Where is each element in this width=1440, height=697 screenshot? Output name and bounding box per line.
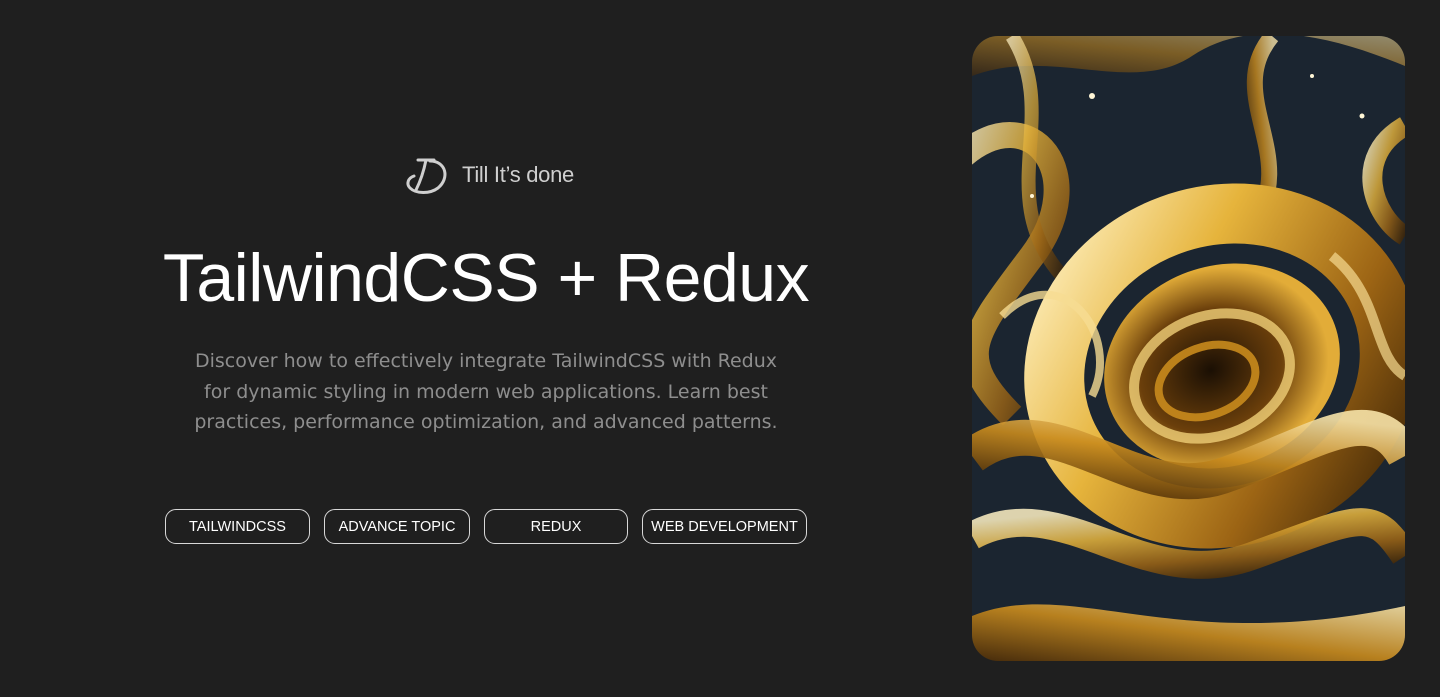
- hero-description: Discover how to effectively integrate Ta…: [194, 350, 778, 433]
- tag-list: TAILWINDCSS ADVANCE TOPIC REDUX WEB DEVE…: [165, 509, 807, 544]
- hero-artwork: [972, 36, 1405, 661]
- tag-redux[interactable]: REDUX: [484, 509, 628, 544]
- hero-section: Till It’s done TailwindCSS + Redux Disco…: [0, 0, 972, 697]
- brand-name: Till It’s done: [462, 162, 574, 187]
- td-monogram-icon: [406, 158, 447, 194]
- brand[interactable]: Till It’s done: [404, 152, 574, 198]
- tag-tailwindcss[interactable]: TAILWINDCSS: [165, 509, 310, 544]
- tag-web-development[interactable]: WEB DEVELOPMENT: [642, 509, 807, 544]
- page-title: TailwindCSS + Redux: [162, 240, 810, 316]
- golden-swirl-artwork: [972, 36, 1405, 661]
- tag-advance-topic[interactable]: ADVANCE TOPIC: [324, 509, 470, 544]
